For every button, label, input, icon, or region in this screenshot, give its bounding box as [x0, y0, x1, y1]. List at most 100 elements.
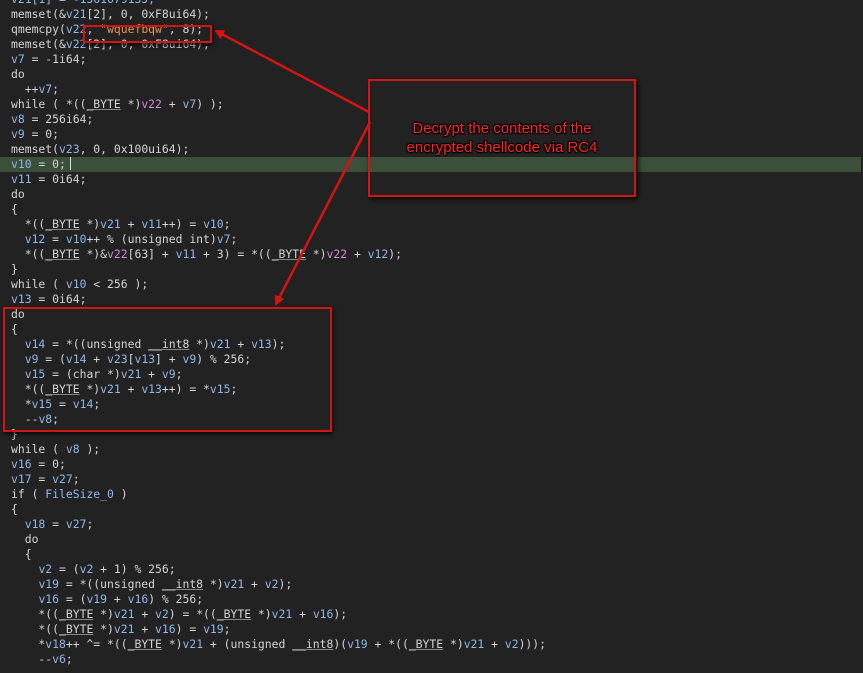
code-line[interactable]: v7 = -1i64; — [11, 52, 861, 67]
code-token: ) % 256; — [148, 592, 204, 606]
code-line[interactable]: v12 = v10++ % (unsigned int)v7; — [11, 232, 861, 247]
code-line[interactable]: *((_BYTE *)v21 + v11++) = v10; — [11, 217, 861, 232]
code-token: ++) = — [161, 217, 204, 231]
code-line[interactable]: v9 = (v14 + v23[v13] + v9) % 256; — [11, 352, 861, 367]
code-token: = — [45, 232, 66, 246]
code-line[interactable]: *((_BYTE *)v21 + v2) = *((_BYTE *)v21 + … — [11, 607, 861, 622]
code-line[interactable]: v15 = (char *)v21 + v9; — [11, 367, 861, 382]
code-token: ))); — [518, 637, 547, 651]
code-line[interactable]: *v18++ ^= *((_BYTE *)v21 + (unsigned __i… — [11, 637, 861, 652]
code-line[interactable]: v16 = 0; — [11, 457, 861, 472]
code-token: v22 — [107, 247, 128, 261]
code-token: ) = *(( — [168, 607, 217, 621]
code-token: v21 — [271, 607, 293, 621]
code-token: + — [484, 637, 505, 651]
code-token: _BYTE — [45, 217, 80, 231]
code-line[interactable]: { — [11, 502, 861, 517]
code-token: } — [11, 262, 18, 276]
code-line[interactable]: memset(&v21[2], 0, 0xF8ui64); — [11, 7, 861, 22]
code-line[interactable]: { — [11, 202, 861, 217]
code-line[interactable]: } — [11, 427, 861, 442]
code-line[interactable]: v19 = *((unsigned __int8 *)v21 + v2); — [11, 577, 861, 592]
code-token: v8 — [11, 112, 25, 126]
code-token: *) — [203, 577, 224, 591]
code-line[interactable]: qmemcpy(v22, "wquefbqw", 8); — [11, 22, 861, 37]
code-line[interactable]: v13 = 0i64; — [11, 292, 861, 307]
code-line[interactable]: *((_BYTE *)v21 + v16) = v19; — [11, 622, 861, 637]
code-line[interactable]: *v15 = v14; — [11, 397, 861, 412]
code-token: v21 — [209, 337, 231, 351]
code-token: do — [11, 532, 39, 546]
code-token: __int8 — [148, 337, 190, 351]
code-line[interactable]: *((_BYTE *)&v22[63] + v11 + 3) = *((_BYT… — [11, 247, 861, 262]
code-token: _BYTE — [45, 247, 80, 261]
code-token: , — [86, 22, 101, 36]
code-token: v10 — [65, 232, 87, 246]
code-line[interactable]: v16 = (v19 + v16) % 256; — [11, 592, 861, 607]
code-line[interactable]: do — [11, 307, 861, 322]
code-line[interactable]: while ( v10 < 256 ); — [11, 277, 861, 292]
code-token: *) — [251, 607, 272, 621]
code-token: v16 — [127, 592, 149, 606]
code-token: = 0; — [31, 157, 66, 171]
code-token: *) — [93, 607, 114, 621]
code-token: v14 — [65, 352, 87, 366]
code-token: + — [134, 607, 156, 621]
code-token: memset(& — [11, 37, 66, 51]
code-token: *) — [79, 382, 101, 396]
code-line[interactable]: while ( v8 ); — [11, 442, 861, 457]
code-token: = (char *) — [45, 367, 121, 381]
code-line[interactable]: do — [11, 532, 861, 547]
code-token: *) — [161, 637, 183, 651]
code-token: v15 — [209, 382, 231, 396]
code-token: ) % 256; — [196, 352, 252, 366]
code-token: ); — [333, 607, 348, 621]
code-line[interactable]: v14 = *((unsigned __int8 *)v21 + v13); — [11, 337, 861, 352]
code-token: [2], 0, 0xF8ui64); — [86, 7, 210, 21]
code-line[interactable]: v21[1] = -1361679135; — [11, 0, 861, 7]
code-token: *) — [120, 97, 142, 111]
code-token: ; — [52, 82, 60, 96]
code-token: v19 — [38, 577, 60, 591]
code-token: } — [11, 427, 18, 441]
code-token: v13 — [11, 292, 32, 306]
code-token: *(( — [11, 622, 60, 636]
code-line[interactable]: { — [11, 322, 861, 337]
code-token: { — [11, 202, 18, 216]
code-line[interactable]: v2 = (v2 + 1) % 256; — [11, 562, 861, 577]
code-token: ); — [271, 337, 286, 351]
code-token: *) — [79, 217, 101, 231]
code-token: v22 — [65, 22, 87, 36]
code-token: v7 — [216, 232, 231, 246]
code-token: v22 — [326, 247, 348, 261]
code-line[interactable]: v18 = v27; — [11, 517, 861, 532]
code-token: _BYTE — [127, 637, 162, 651]
code-line[interactable]: memset(&v22[2], 0, 0xF8ui64); — [11, 37, 861, 52]
code-line[interactable]: if ( FileSize_0 ) — [11, 487, 861, 502]
code-token: v13 — [251, 337, 272, 351]
code-line[interactable]: --v8; — [11, 412, 861, 427]
code-token: + — [230, 337, 252, 351]
code-token: do — [11, 67, 25, 81]
code-line[interactable]: *((_BYTE *)v21 + v13++) = *v15; — [11, 382, 861, 397]
annotation-callout-text: Decrypt the contents of the encrypted sh… — [406, 120, 598, 156]
code-token: = — [31, 472, 53, 486]
code-token: v2 — [504, 637, 519, 651]
code-token: v12 — [24, 232, 46, 246]
code-token: __int8 — [292, 637, 334, 651]
code-token: v10 — [203, 217, 224, 231]
code-line[interactable]: } — [11, 262, 861, 277]
code-token: v7 — [38, 82, 53, 96]
code-line[interactable]: --v6; — [11, 652, 861, 667]
code-token: ; — [223, 622, 231, 636]
code-token: v10 — [11, 157, 32, 171]
code-token: _BYTE — [271, 247, 306, 261]
decompiler-pseudocode-view[interactable]: v21[1] = -1361679135;memset(&v21[2], 0, … — [0, 0, 863, 673]
code-line[interactable]: { — [11, 547, 861, 562]
code-token: ; — [72, 472, 80, 486]
code-token: v11 — [141, 217, 162, 231]
code-token: do — [11, 187, 25, 201]
code-line[interactable]: v17 = v27; — [11, 472, 861, 487]
